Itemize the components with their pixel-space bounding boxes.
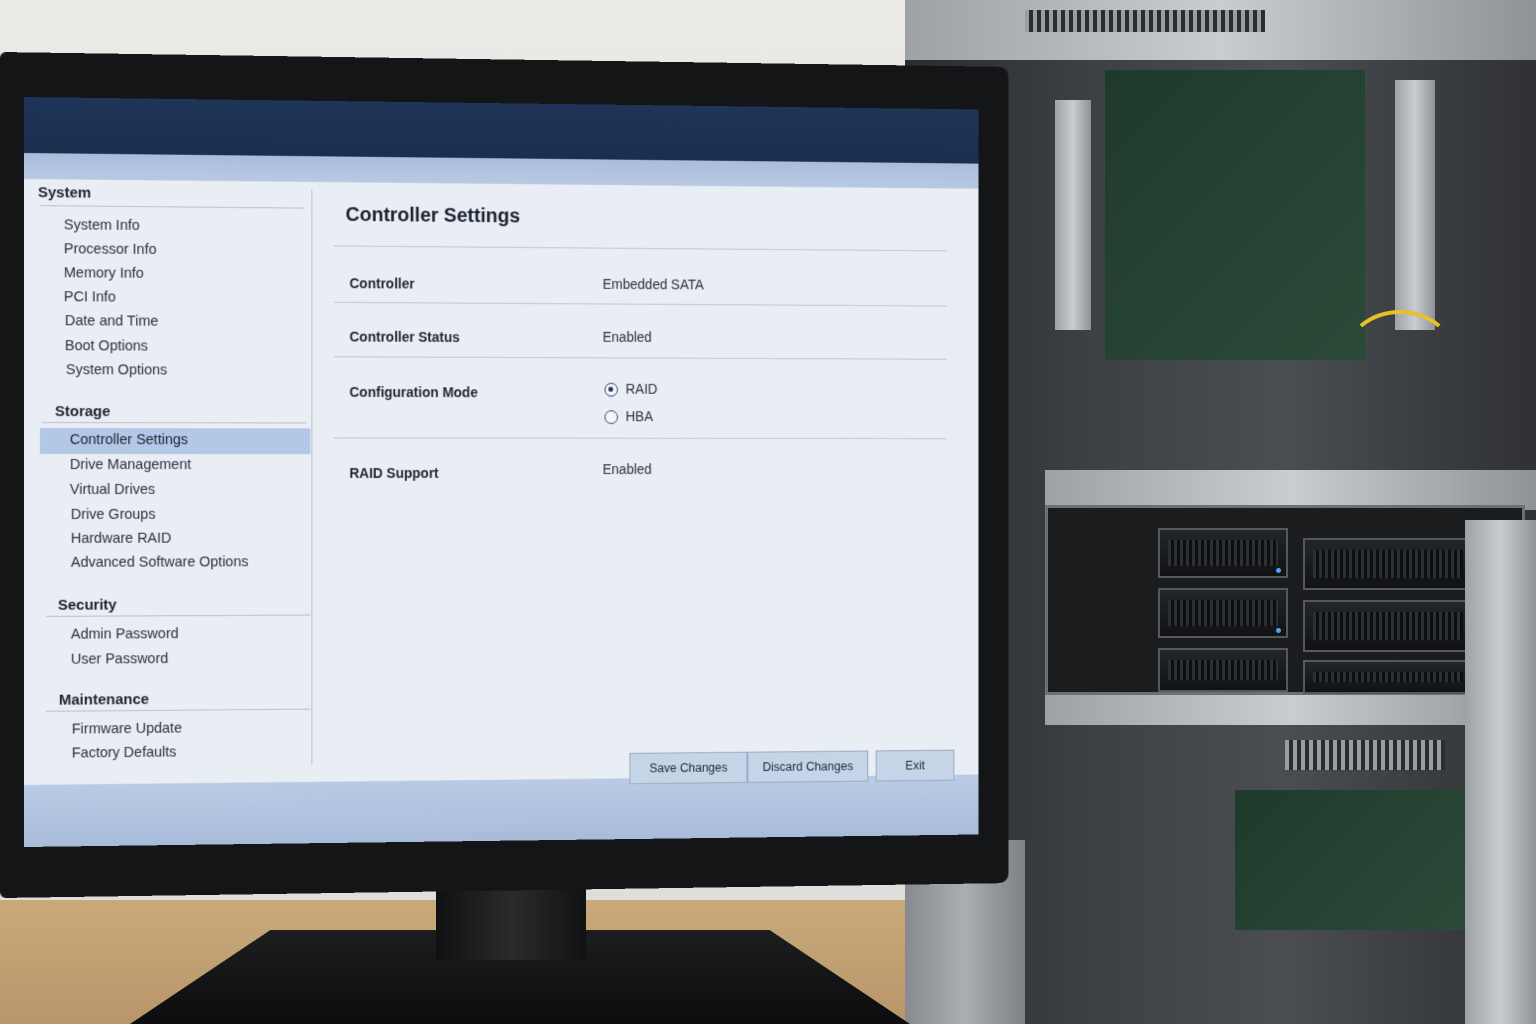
group-title-maintenance: Maintenance xyxy=(58,691,150,709)
sidebar-item-drive-management[interactable]: Drive Management xyxy=(70,457,191,473)
sidebar-divider xyxy=(311,189,313,765)
field-label-configuration-mode: Configuration Mode xyxy=(349,384,478,401)
drive-slot xyxy=(1303,538,1473,590)
page-title: Controller Settings xyxy=(345,204,521,228)
group-title-storage: Storage xyxy=(54,403,111,421)
footer-bar xyxy=(24,774,979,847)
sidebar-item-admin-password[interactable]: Admin Password xyxy=(71,626,179,643)
field-label-raid-support: RAID Support xyxy=(349,465,439,481)
sidebar-item-drive-groups[interactable]: Drive Groups xyxy=(71,507,156,523)
drive-slot xyxy=(1158,528,1288,578)
motherboard xyxy=(1105,70,1365,360)
field-value-controller: Embedded SATA xyxy=(602,276,704,293)
sidebar-item-virtual-drives[interactable]: Virtual Drives xyxy=(70,482,155,498)
sidebar-item-controller-settings[interactable]: Controller Settings xyxy=(70,432,188,448)
sidebar-item-memory-info[interactable]: Memory Info xyxy=(64,265,144,282)
sidebar-item-system-info[interactable]: System Info xyxy=(64,217,140,234)
rack-shelf xyxy=(1045,695,1536,725)
drive-slot xyxy=(1158,588,1288,638)
sidebar-item-hardware-raid[interactable]: Hardware RAID xyxy=(71,531,172,547)
radio-label-raid[interactable]: RAID xyxy=(626,381,658,397)
content-area xyxy=(24,179,979,785)
sidebar-item-firmware-update[interactable]: Firmware Update xyxy=(72,721,182,738)
bios-screen: System System Info Processor Info Memory… xyxy=(24,97,979,847)
rack-shelf xyxy=(1045,470,1536,510)
sidebar-item-advanced-software-options[interactable]: Advanced Software Options xyxy=(71,554,249,570)
sidebar-item-system-options[interactable]: System Options xyxy=(66,362,167,378)
status-led xyxy=(1276,628,1281,633)
rack-vent xyxy=(1285,740,1445,770)
rack-vent xyxy=(1025,10,1265,32)
drive-slot xyxy=(1303,660,1473,694)
radio-hba[interactable] xyxy=(604,410,618,425)
sidebar-item-factory-defaults[interactable]: Factory Defaults xyxy=(72,745,177,762)
expansion-board xyxy=(1235,790,1465,930)
field-label-controller-status: Controller Status xyxy=(349,328,460,345)
exit-button[interactable]: Exit xyxy=(875,749,955,782)
drive-bay xyxy=(1045,505,1525,695)
sidebar-item-processor-info[interactable]: Processor Info xyxy=(64,241,157,258)
power-cable xyxy=(1345,310,1455,400)
status-led xyxy=(1276,568,1281,573)
radio-label-hba[interactable]: HBA xyxy=(626,408,654,424)
rack-bracket xyxy=(1395,80,1435,330)
discard-changes-button[interactable]: Discard Changes xyxy=(747,750,869,783)
field-label-controller: Controller xyxy=(349,275,415,292)
drive-slot xyxy=(1303,600,1473,652)
rack-side-rail xyxy=(1465,520,1536,1024)
group-title-system: System xyxy=(37,184,92,202)
field-value-controller-status: Enabled xyxy=(602,328,652,345)
group-title-security: Security xyxy=(57,596,117,614)
rack-riser xyxy=(1055,100,1091,330)
field-value-raid-support: Enabled xyxy=(602,461,652,477)
sidebar-item-date-and-time[interactable]: Date and Time xyxy=(65,313,159,329)
drive-slot xyxy=(1158,648,1288,692)
sidebar-item-user-password[interactable]: User Password xyxy=(71,651,168,668)
radio-raid[interactable] xyxy=(604,382,618,397)
sidebar-item-boot-options[interactable]: Boot Options xyxy=(65,338,148,354)
sidebar-item-pci-info[interactable]: PCI Info xyxy=(64,289,116,305)
save-changes-button[interactable]: Save Changes xyxy=(629,751,748,785)
